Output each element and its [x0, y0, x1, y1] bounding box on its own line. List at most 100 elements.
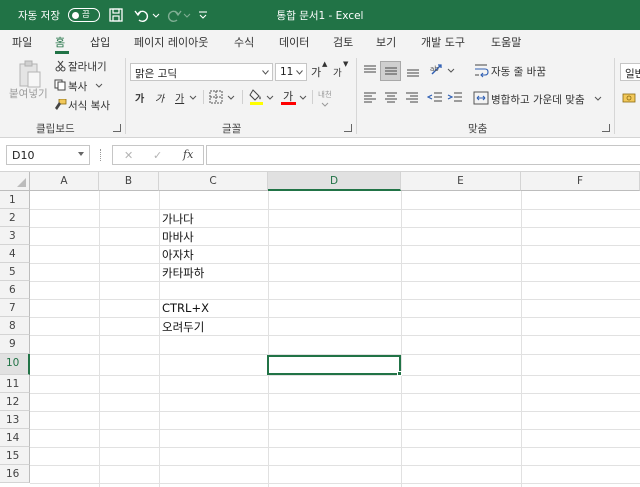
row-header-5[interactable]: 5	[0, 263, 30, 281]
fill-color-swatch	[250, 102, 263, 105]
orientation-icon[interactable]: ab	[429, 62, 447, 78]
column-header-e[interactable]: E	[401, 172, 521, 191]
cancel-icon[interactable]: ✕	[124, 149, 133, 162]
cell-c4[interactable]: 아자차	[160, 247, 194, 263]
clipboard-launcher-icon[interactable]	[113, 124, 121, 132]
merge-center-label[interactable]: 병합하고 가운데 맞춤	[491, 92, 585, 107]
wrap-text-label[interactable]: 자동 줄 바꿈	[491, 64, 546, 79]
enter-icon[interactable]: ✓	[153, 149, 162, 162]
align-left-icon[interactable]	[362, 91, 378, 105]
shrink-font-button[interactable]: 가	[333, 65, 342, 79]
insert-function-icon[interactable]: fx	[183, 148, 193, 161]
fill-color-dropdown-icon[interactable]	[266, 95, 274, 101]
phonetic-dropdown-icon[interactable]	[321, 102, 329, 107]
row-header-7[interactable]: 7	[0, 299, 30, 317]
tab-view[interactable]: 보기	[376, 34, 396, 50]
orientation-dropdown-icon[interactable]	[447, 68, 455, 74]
align-bottom-icon[interactable]	[405, 64, 421, 78]
tab-help[interactable]: 도움말	[491, 34, 521, 50]
title-bar: 자동 저장 끔 통합 문서1 - Excel	[0, 0, 640, 30]
cell-c3[interactable]: 마바사	[160, 229, 194, 245]
formula-input[interactable]	[206, 145, 640, 165]
phonetic-button[interactable]: 내천	[318, 89, 332, 100]
gridline	[30, 335, 640, 336]
tab-page-layout[interactable]: 페이지 레이아웃	[134, 34, 208, 50]
column-header-d[interactable]: D	[268, 172, 401, 191]
select-all-button[interactable]	[0, 172, 30, 191]
column-header-a[interactable]: A	[30, 172, 99, 191]
name-box[interactable]: D10	[6, 145, 90, 165]
decrease-indent-icon[interactable]	[427, 91, 443, 105]
cell-c8[interactable]: 오려두기	[160, 319, 204, 335]
row-header-13[interactable]: 13	[0, 411, 30, 429]
cell-c5[interactable]: 카타파하	[160, 265, 204, 281]
underline-dropdown-icon[interactable]	[189, 95, 197, 101]
tab-file[interactable]: 파일	[12, 34, 32, 50]
accounting-format-icon[interactable]	[622, 91, 636, 105]
merge-dropdown-icon[interactable]	[594, 96, 602, 102]
column-header-c[interactable]: C	[159, 172, 268, 191]
font-name-value: 맑은 고딕	[135, 68, 177, 80]
active-cell-d10[interactable]	[267, 355, 401, 375]
font-name-select[interactable]: 맑은 고딕	[130, 63, 273, 81]
paste-label[interactable]: 붙여넣기	[9, 86, 48, 101]
fill-color-icon[interactable]	[249, 88, 264, 106]
row-header-15[interactable]: 15	[0, 447, 30, 465]
copy-dropdown-icon[interactable]	[95, 83, 103, 89]
copy-label[interactable]: 복사	[68, 79, 87, 94]
row-header-16[interactable]: 16	[0, 465, 30, 483]
align-middle-button[interactable]	[380, 61, 401, 81]
copy-icon[interactable]	[54, 79, 66, 91]
font-name-dropdown-icon	[262, 70, 269, 75]
underline-button[interactable]: 가	[175, 90, 184, 105]
tab-developer[interactable]: 개발 도구	[421, 34, 465, 50]
gridline	[521, 191, 522, 487]
column-header-f[interactable]: F	[521, 172, 640, 191]
tab-data[interactable]: 데이터	[279, 34, 309, 50]
cut-icon[interactable]	[55, 60, 66, 72]
row-header-14[interactable]: 14	[0, 429, 30, 447]
align-right-icon[interactable]	[404, 91, 420, 105]
font-launcher-icon[interactable]	[344, 124, 352, 132]
column-header-b[interactable]: B	[99, 172, 159, 191]
resize-handle[interactable]	[100, 149, 102, 161]
row-header-10[interactable]: 10	[0, 354, 30, 375]
font-color-dropdown-icon[interactable]	[299, 95, 307, 101]
tab-home[interactable]: 홈	[55, 34, 65, 50]
grow-font-button[interactable]: 가	[311, 64, 321, 80]
row-header-8[interactable]: 8	[0, 317, 30, 335]
cut-label[interactable]: 잘라내기	[68, 59, 107, 74]
tab-review[interactable]: 검토	[333, 34, 353, 50]
align-center-icon[interactable]	[383, 91, 399, 105]
number-format-select[interactable]: 일반	[620, 63, 640, 81]
format-painter-label[interactable]: 서식 복사	[68, 98, 110, 113]
gridline	[30, 227, 640, 228]
tab-formulas[interactable]: 수식	[234, 34, 254, 50]
row-header-12[interactable]: 12	[0, 393, 30, 411]
wrap-text-icon[interactable]	[473, 62, 489, 78]
merge-center-icon[interactable]	[473, 90, 489, 106]
tab-insert[interactable]: 삽입	[90, 34, 110, 50]
row-header-11[interactable]: 11	[0, 375, 30, 393]
row-header-3[interactable]: 3	[0, 227, 30, 245]
fill-handle[interactable]	[397, 371, 402, 376]
row-header-2[interactable]: 2	[0, 209, 30, 227]
increase-indent-icon[interactable]	[447, 91, 463, 105]
borders-icon[interactable]	[209, 90, 223, 104]
font-size-select[interactable]: 11	[275, 63, 307, 81]
row-header-6[interactable]: 6	[0, 281, 30, 299]
row-header-1[interactable]: 1	[0, 191, 30, 209]
alignment-launcher-icon[interactable]	[602, 124, 610, 132]
borders-dropdown-icon[interactable]	[227, 95, 235, 101]
cell-c2[interactable]: 가나다	[160, 211, 194, 227]
format-painter-icon[interactable]	[54, 99, 67, 111]
gridline	[30, 299, 640, 300]
align-top-icon[interactable]	[362, 64, 378, 78]
italic-button[interactable]: 가	[155, 90, 164, 105]
name-box-dropdown-icon[interactable]	[78, 152, 84, 156]
row-header-4[interactable]: 4	[0, 245, 30, 263]
bold-button[interactable]: 가	[135, 90, 144, 105]
alignment-group-label: 맞춤	[468, 123, 488, 135]
cell-c7[interactable]: CTRL+X	[160, 301, 209, 315]
row-header-9[interactable]: 9	[0, 335, 30, 354]
